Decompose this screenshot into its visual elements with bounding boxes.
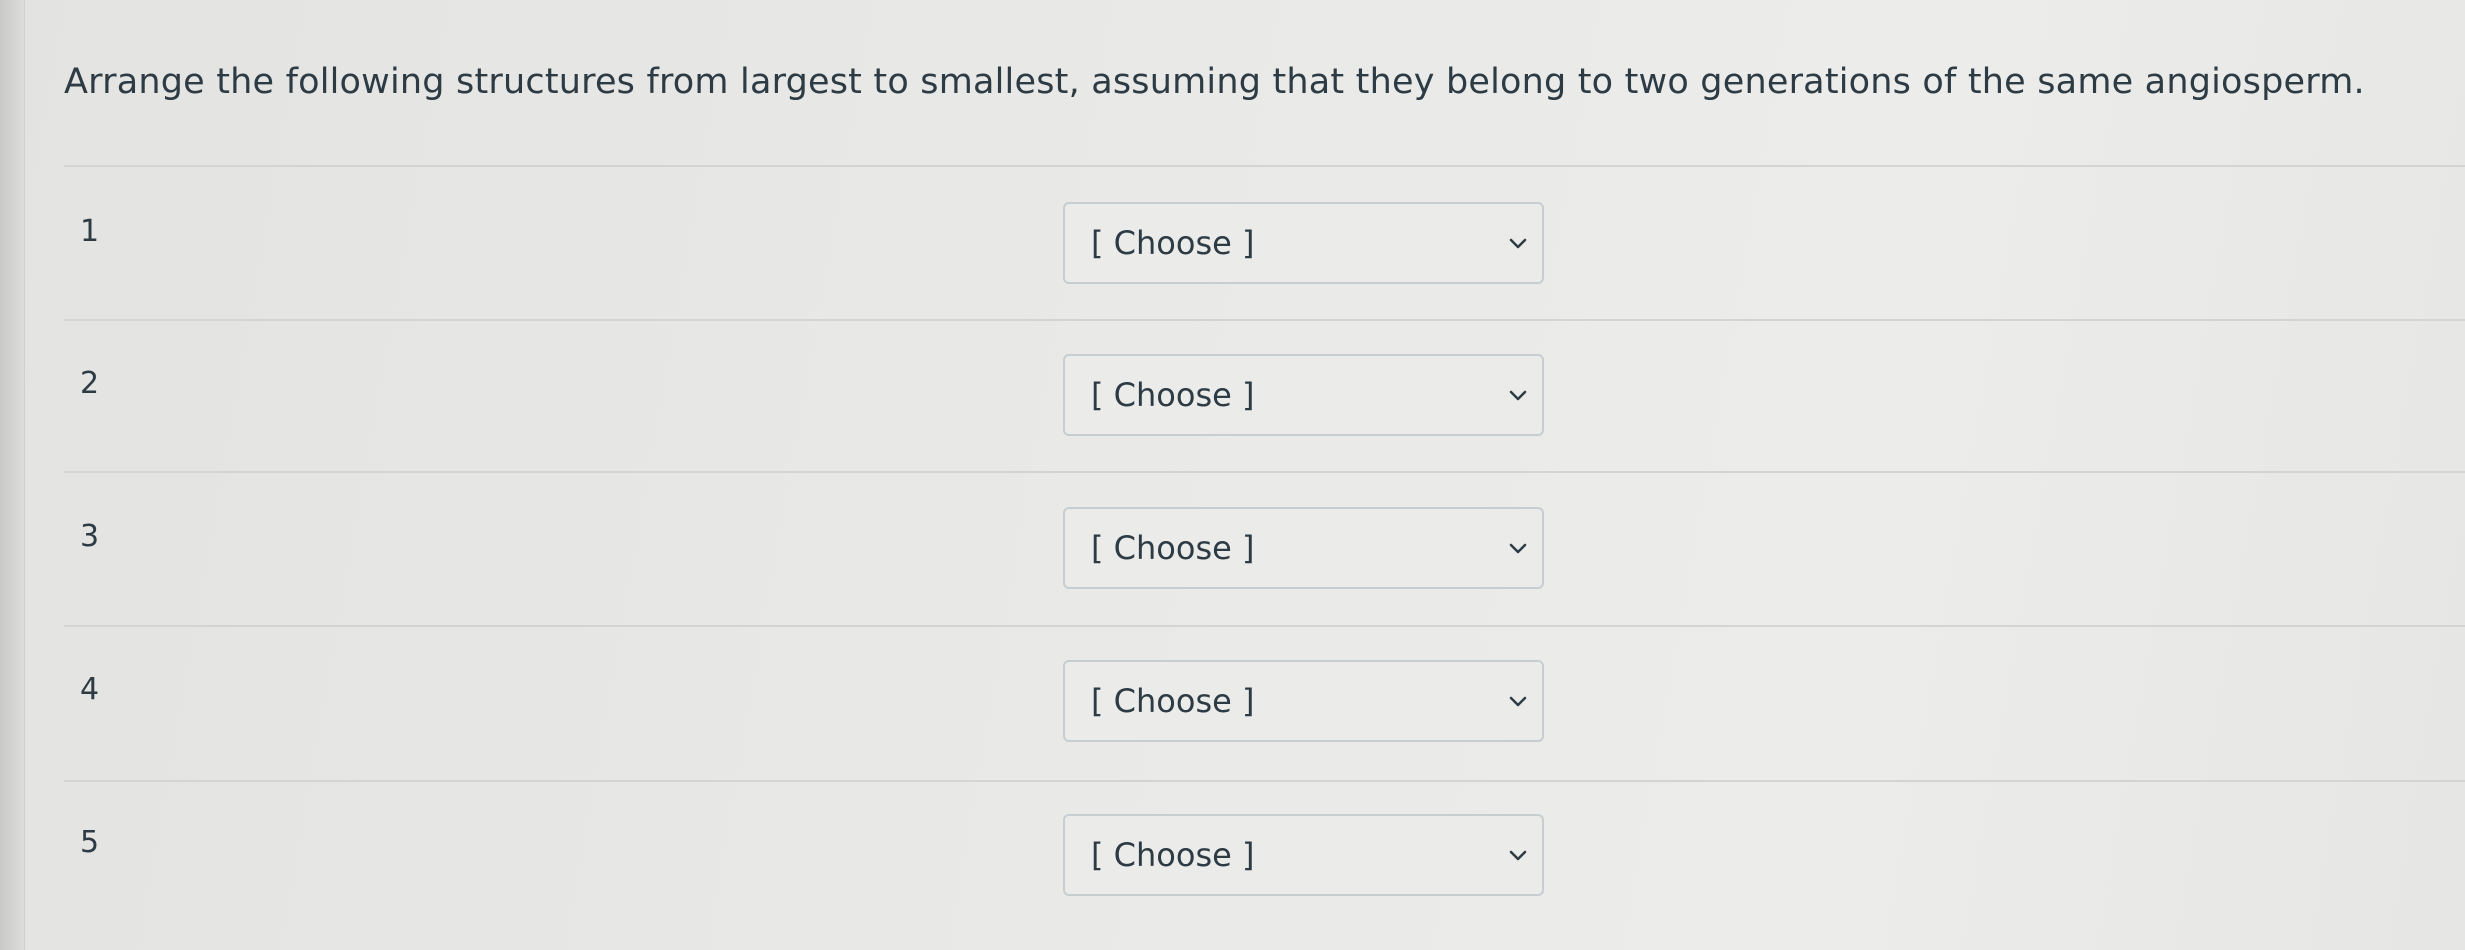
divider — [64, 319, 2465, 321]
select-value: [ Choose ] — [1091, 682, 1255, 720]
row-number: 2 — [80, 366, 100, 401]
select-value: [ Choose ] — [1091, 376, 1255, 414]
question-prompt: Arrange the following structures from la… — [64, 62, 2365, 102]
chevron-down-icon — [1509, 543, 1527, 554]
answer-select-5[interactable]: [ Choose ] — [1063, 814, 1544, 896]
divider — [64, 471, 2465, 473]
row-number: 5 — [80, 825, 100, 860]
answer-select-3[interactable]: [ Choose ] — [1063, 507, 1544, 589]
chevron-down-icon — [1509, 696, 1527, 707]
answer-select-1[interactable]: [ Choose ] — [1063, 202, 1544, 284]
row-number: 3 — [80, 519, 100, 554]
select-value: [ Choose ] — [1091, 529, 1255, 567]
divider — [64, 780, 2465, 782]
row-number: 1 — [80, 214, 100, 249]
answer-select-2[interactable]: [ Choose ] — [1063, 354, 1544, 436]
chevron-down-icon — [1509, 238, 1527, 249]
select-value: [ Choose ] — [1091, 836, 1255, 874]
divider — [64, 625, 2465, 627]
answer-select-4[interactable]: [ Choose ] — [1063, 660, 1544, 742]
select-value: [ Choose ] — [1091, 224, 1255, 262]
window-left-edge — [0, 0, 25, 950]
chevron-down-icon — [1509, 850, 1527, 861]
row-number: 4 — [80, 672, 100, 707]
divider — [64, 165, 2465, 167]
chevron-down-icon — [1509, 390, 1527, 401]
